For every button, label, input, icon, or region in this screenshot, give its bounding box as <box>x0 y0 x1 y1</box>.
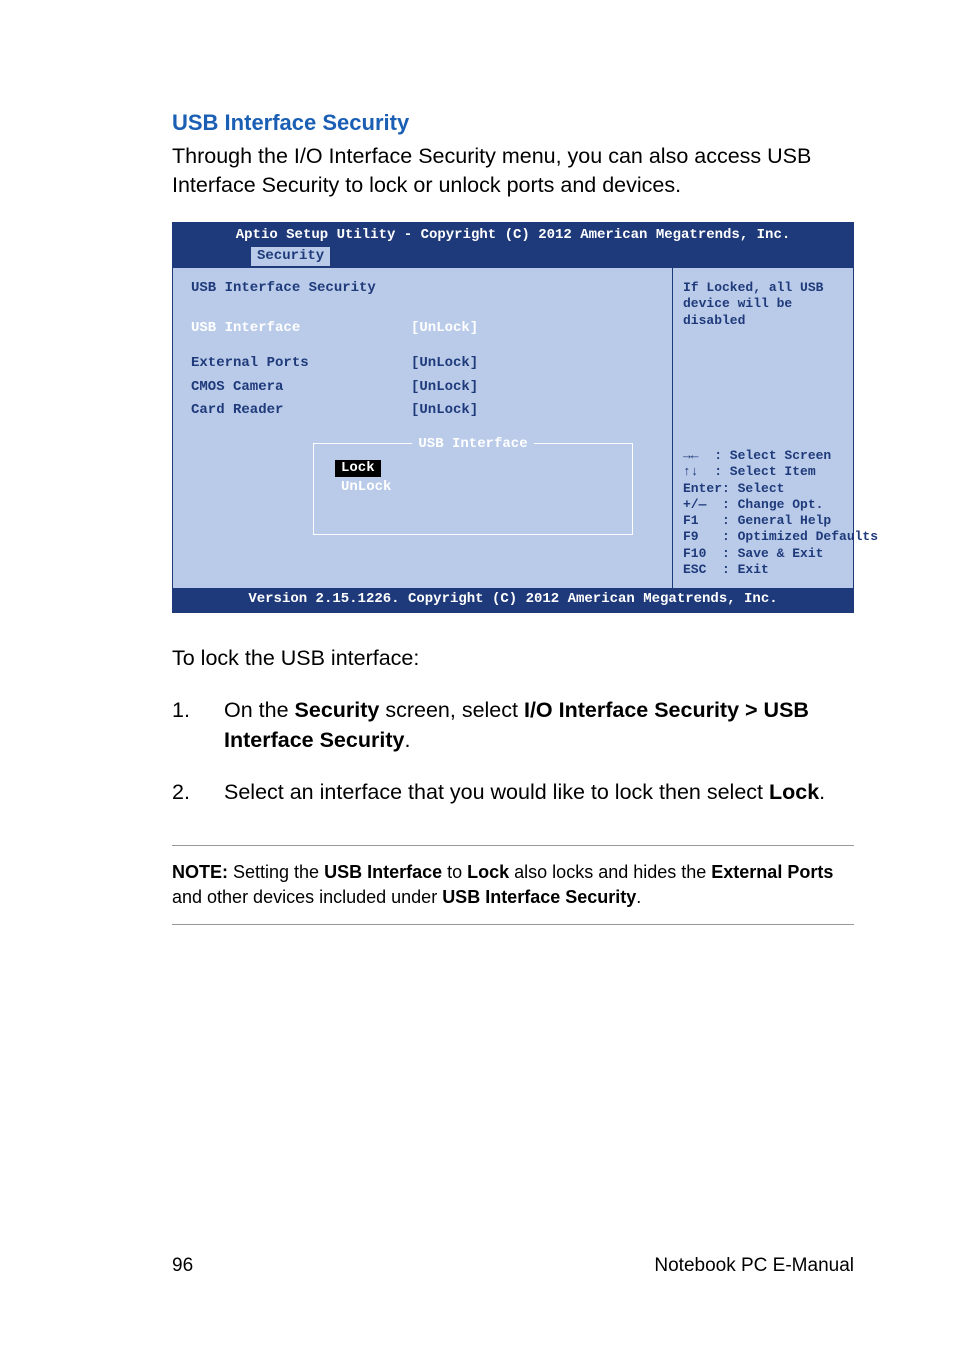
bios-header: Aptio Setup Utility - Copyright (C) 2012… <box>173 223 853 247</box>
key-line: Enter: Select <box>683 481 843 497</box>
bios-help-text: If Locked, all USB device will be disabl… <box>683 280 843 448</box>
key-line: F9 : Optimized Defaults <box>683 529 843 545</box>
bios-main-panel: USB Interface Security USB Interface [Un… <box>173 268 673 588</box>
bios-row-label: USB Interface <box>191 320 411 338</box>
bios-footer: Version 2.15.1226. Copyright (C) 2012 Am… <box>173 588 853 612</box>
lock-intro-text: To lock the USB interface: <box>172 643 854 673</box>
page-number: 96 <box>172 1255 193 1277</box>
bios-section-title: USB Interface Security <box>191 280 654 298</box>
section-heading: USB Interface Security <box>172 110 854 136</box>
bios-row-card-reader: Card Reader [UnLock] <box>191 402 654 420</box>
step-1: 1. On the Security screen, select I/O In… <box>172 695 854 755</box>
bios-key-legend: →← : Select Screen ↑↓ : Select Item Ente… <box>683 448 843 578</box>
key-line: +/— : Change Opt. <box>683 497 843 513</box>
bios-row-label: External Ports <box>191 355 411 373</box>
manual-title: Notebook PC E-Manual <box>654 1255 854 1277</box>
bios-popup-title: USB Interface <box>313 436 633 454</box>
bios-row-value: [UnLock] <box>411 320 478 338</box>
key-line: →← : Select Screen <box>683 448 843 464</box>
bios-tab-security: Security <box>251 247 330 267</box>
bios-row-value: [UnLock] <box>411 379 478 397</box>
key-line: ESC : Exit <box>683 562 843 578</box>
step-number: 2. <box>172 777 224 807</box>
page-footer: 96 Notebook PC E-Manual <box>0 1255 954 1277</box>
bios-row-value: [UnLock] <box>411 355 478 373</box>
bios-tab-row: Security <box>173 247 853 269</box>
bios-help-panel: If Locked, all USB device will be disabl… <box>673 268 853 588</box>
key-line: F10 : Save & Exit <box>683 546 843 562</box>
step-2: 2. Select an interface that you would li… <box>172 777 854 807</box>
bios-screenshot: Aptio Setup Utility - Copyright (C) 2012… <box>172 222 854 613</box>
bios-row-external-ports: External Ports [UnLock] <box>191 355 654 373</box>
bios-row-value: [UnLock] <box>411 402 478 420</box>
note-block: NOTE: Setting the USB Interface to Lock … <box>172 845 854 925</box>
key-line: F1 : General Help <box>683 513 843 529</box>
key-line: ↑↓ : Select Item <box>683 464 843 480</box>
intro-text: Through the I/O Interface Security menu,… <box>172 142 854 200</box>
bios-row-cmos-camera: CMOS Camera [UnLock] <box>191 379 654 397</box>
bios-row-label: CMOS Camera <box>191 379 411 397</box>
bios-row-usb-interface: USB Interface [UnLock] <box>191 320 654 338</box>
step-content: Select an interface that you would like … <box>224 777 854 807</box>
step-content: On the Security screen, select I/O Inter… <box>224 695 854 755</box>
bios-popup: USB Interface Lock UnLock <box>313 436 633 497</box>
bios-popup-option-unlock: UnLock <box>335 479 633 497</box>
step-number: 1. <box>172 695 224 755</box>
bios-row-label: Card Reader <box>191 402 411 420</box>
bios-popup-option-lock: Lock <box>335 460 381 478</box>
